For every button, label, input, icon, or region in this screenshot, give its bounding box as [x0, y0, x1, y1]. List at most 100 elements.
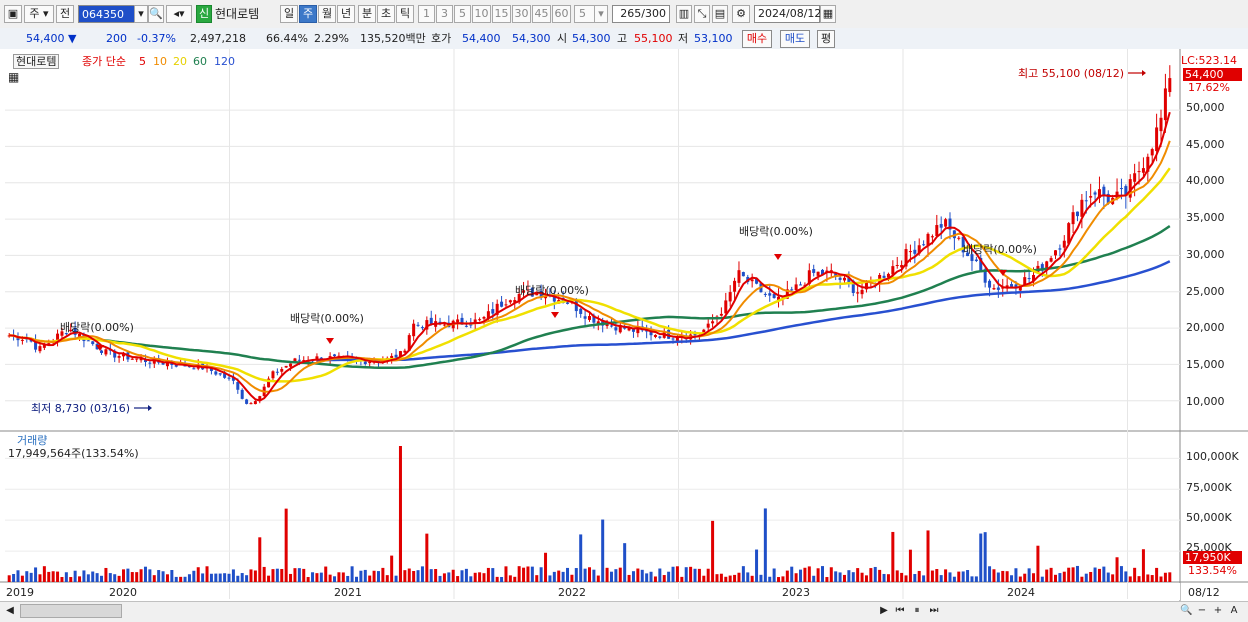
volume-bar [847, 570, 851, 582]
volume-bar [376, 571, 380, 582]
date-input[interactable]: 2024/08/12 [754, 5, 821, 23]
period-day[interactable]: 일 [280, 5, 298, 23]
volume-bar [29, 572, 33, 582]
prev-button[interactable]: 전 [56, 5, 74, 23]
volume-bar [267, 575, 271, 582]
volume-bar [258, 537, 262, 582]
price-chart[interactable] [0, 49, 1248, 601]
rewind-icon[interactable]: ⏮ [893, 603, 907, 618]
volume-bar [442, 573, 446, 582]
zoom-in-icon[interactable]: + [1212, 603, 1224, 618]
play-icon[interactable]: ▶ [878, 603, 890, 618]
candle-icon[interactable]: ▥ [676, 5, 692, 23]
volume-bar [821, 566, 824, 582]
text-tool-icon[interactable]: A [1228, 603, 1240, 618]
volume-bar [750, 575, 754, 582]
candle-body [464, 325, 468, 327]
volume-bar [636, 568, 640, 582]
volume-bar [394, 575, 398, 582]
volume-value: 17,949,564주(133.54%) [8, 447, 139, 460]
candle-body [944, 219, 948, 227]
count-input[interactable]: 265/300 [612, 5, 670, 23]
volume-bar [223, 573, 227, 582]
period-week[interactable]: 주 [299, 5, 317, 23]
date-axis-right: 08/12 [1188, 586, 1220, 599]
volume-bar [627, 574, 631, 582]
scrollbar[interactable] [0, 601, 1248, 622]
calendar-icon[interactable]: ▦ [820, 5, 836, 23]
interval-60[interactable]: 60 [552, 5, 571, 23]
volume-bar [104, 567, 108, 582]
period-minute[interactable]: 분 [358, 5, 376, 23]
volume-bar [201, 573, 205, 582]
candle-body [253, 401, 257, 405]
interval-1[interactable]: 1 [418, 5, 435, 23]
volume-bar [429, 569, 433, 582]
candle-body [271, 371, 275, 379]
volume-bar [1141, 549, 1145, 582]
candle-body [368, 361, 372, 364]
code-dropdown-icon[interactable]: ▾ [134, 5, 148, 23]
zoom-icon[interactable]: 🔍 [1180, 603, 1192, 618]
volume-bar [1124, 571, 1128, 582]
volume-bar [1080, 576, 1084, 582]
candle-body [675, 337, 679, 341]
speaker-icon[interactable]: ◂▾ [166, 5, 192, 23]
volume-bar [878, 569, 882, 582]
interval-dropdown-icon[interactable]: ▾ [594, 5, 608, 23]
scroll-left-icon[interactable]: ◀ [4, 603, 16, 618]
interval-3[interactable]: 3 [436, 5, 453, 23]
lc-label: LC:523.14 [1181, 54, 1238, 67]
volume-bar [161, 571, 165, 582]
period-tick[interactable]: 틱 [396, 5, 414, 23]
period-month[interactable]: 월 [318, 5, 336, 23]
dividend-annotation: 배당락(0.00%) [515, 284, 589, 297]
interval-5[interactable]: 5 [454, 5, 471, 23]
legend-ma10: 10 [153, 55, 167, 68]
volume-bar [1102, 566, 1106, 582]
volume-bar [917, 570, 921, 582]
forward-icon[interactable]: ⏭ [927, 603, 941, 618]
table-icon[interactable]: ▦ [8, 71, 19, 84]
interval-15[interactable]: 15 [492, 5, 511, 23]
zoom-out-icon[interactable]: − [1196, 603, 1208, 618]
volume-bar [526, 566, 530, 582]
scroll-thumb[interactable] [20, 604, 122, 618]
volume-bar [979, 533, 983, 582]
legend-stock-name[interactable]: 현대로템 [13, 54, 60, 69]
volume-bar [117, 575, 121, 582]
candle-body [91, 341, 95, 345]
volume-bar [78, 576, 82, 582]
sell-button[interactable]: 매도 [780, 30, 810, 48]
period-year[interactable]: 년 [337, 5, 355, 23]
volume-bar [631, 571, 635, 582]
gear-icon[interactable]: ⚙ [732, 5, 750, 23]
code-input[interactable] [78, 5, 136, 23]
quote-change: 200 [106, 32, 127, 45]
search-icon[interactable]: 🔍 [148, 5, 164, 23]
candle-body [20, 339, 24, 341]
candle-body [1049, 258, 1053, 262]
candle-body [504, 304, 508, 306]
volume-bar [1054, 574, 1057, 582]
volume-bar [799, 569, 803, 582]
interval-10[interactable]: 10 [472, 5, 491, 23]
interval-30[interactable]: 30 [512, 5, 531, 23]
expand-icon[interactable]: ⤡ [694, 5, 710, 23]
candle-body [1054, 250, 1057, 256]
date-tick: 2022 [558, 586, 586, 599]
buy-button[interactable]: 매수 [742, 30, 772, 48]
ask1: 54,400 [462, 32, 501, 45]
pause-icon[interactable]: ⏸ [910, 603, 924, 618]
volume-bar [113, 574, 117, 582]
volume-bar [311, 572, 315, 582]
quote-price: 54,400 ▼ [26, 32, 77, 45]
volume-bar [645, 573, 649, 582]
interval-45[interactable]: 45 [532, 5, 551, 23]
eval-button[interactable]: 평 [817, 30, 835, 48]
save-icon[interactable]: ▤ [712, 5, 728, 23]
volume-bar [1089, 571, 1093, 582]
period-type-select[interactable]: 주 ▾ [24, 5, 54, 23]
period-second[interactable]: 초 [377, 5, 395, 23]
layout-icon[interactable]: ▣ [4, 5, 22, 23]
